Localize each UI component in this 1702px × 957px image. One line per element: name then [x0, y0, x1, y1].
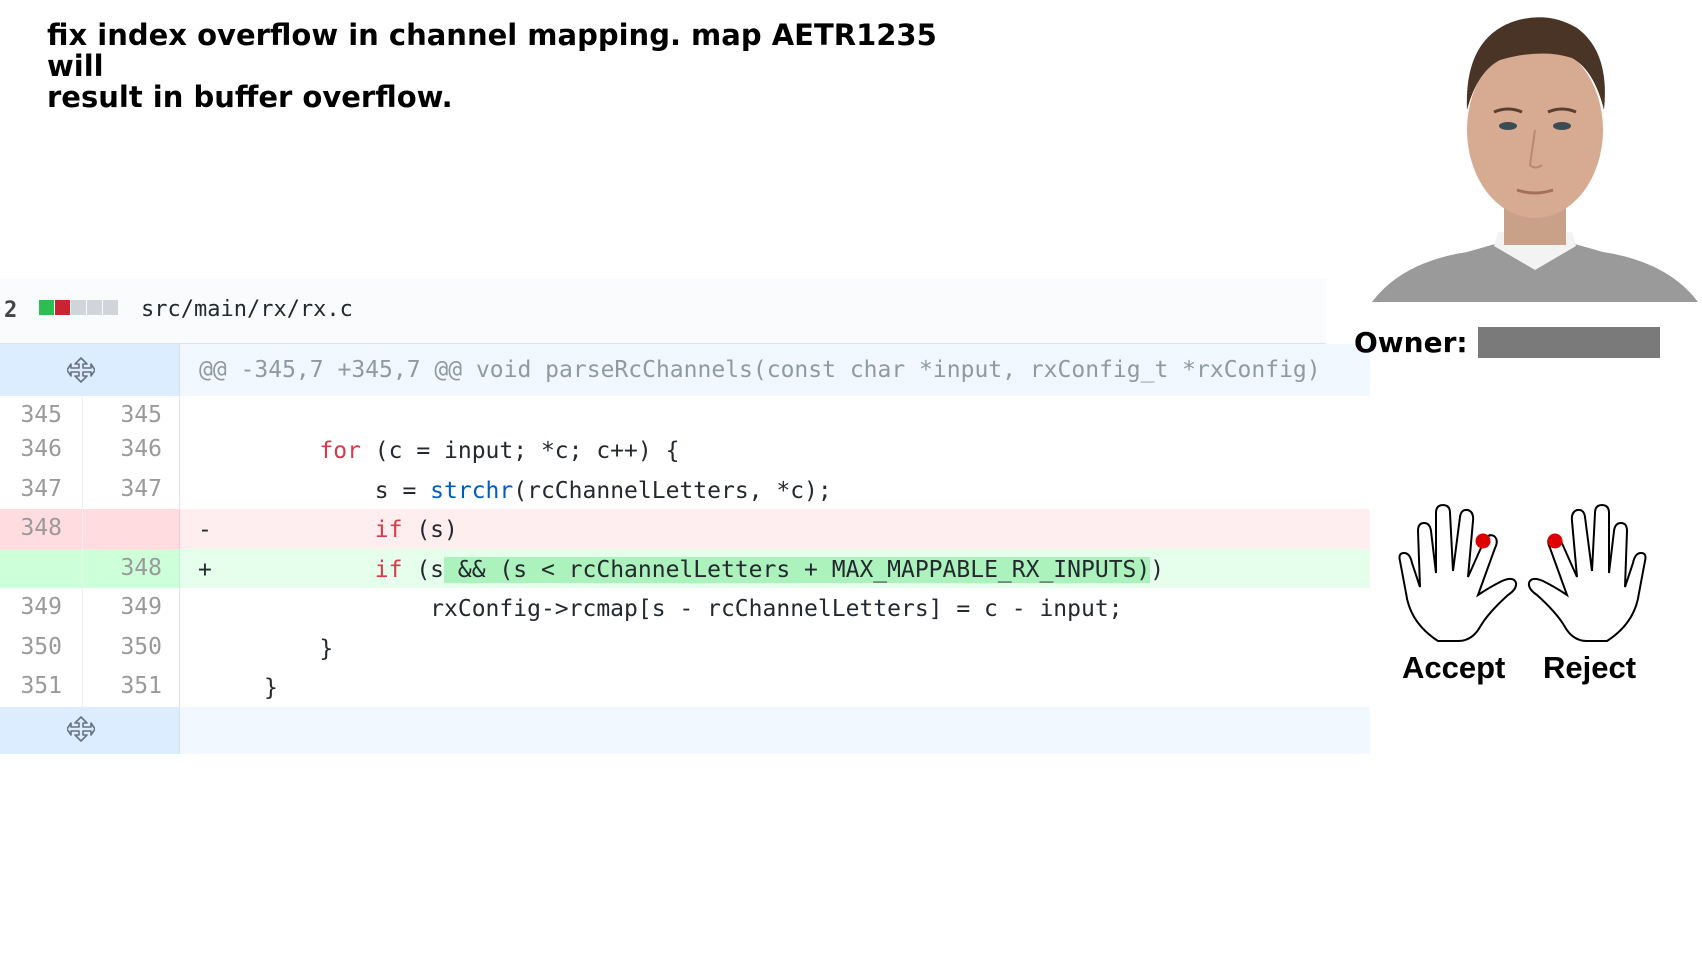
face-image [1372, 17, 1698, 302]
new-line-number[interactable]: 351 [82, 667, 162, 707]
hunk-header: @@ -345,7 +345,7 @@ void parseRcChannels… [199, 357, 1321, 383]
owner-name-redacted [1478, 327, 1660, 358]
old-line-number[interactable]: 347 [0, 470, 62, 510]
new-line-number[interactable] [82, 509, 162, 549]
code-line: if (s) [374, 517, 458, 543]
code-line: for (c = input; *c; c++) { [319, 438, 680, 464]
old-line-number[interactable]: 349 [0, 588, 62, 628]
new-line-number[interactable]: 350 [82, 627, 162, 667]
file-header: 2 src/main/rx/rx.c [0, 279, 1326, 344]
hunk-header-row: @@ -345,7 +345,7 @@ void parseRcChannels… [0, 344, 1370, 396]
new-line-number[interactable]: 349 [82, 588, 162, 628]
old-line-number[interactable]: 348 [0, 509, 62, 549]
diffstat-block [103, 300, 118, 315]
expand-icon[interactable] [67, 715, 95, 743]
reviewer-photo [1372, 0, 1698, 302]
code-line: } [264, 675, 278, 701]
commit-message-line-2: result in buffer overflow. [47, 80, 453, 114]
line-number-gutter: 350 350 [0, 627, 180, 668]
line-number-gutter: 347 347 [0, 469, 180, 510]
diffstat-block [87, 300, 102, 315]
code-line: } [264, 635, 334, 662]
accept-hand-icon[interactable] [1398, 503, 1518, 643]
file-path[interactable]: src/main/rx/rx.c [141, 297, 353, 322]
deleted-line: 348- if (s) [0, 509, 1370, 549]
old-line-number[interactable]: 350 [0, 628, 62, 668]
line-number-gutter: 345 345 [0, 396, 180, 430]
diffstat-block [39, 300, 54, 315]
context-line: 351 351} [0, 667, 1370, 707]
context-line: 350 350 } [0, 627, 1370, 668]
old-line-number[interactable] [0, 549, 62, 589]
diff-table: @@ -345,7 +345,7 @@ void parseRcChannels… [0, 344, 1370, 754]
file-change-count: 2 [4, 298, 18, 323]
context-line: 346 346 for (c = input; *c; c++) { [0, 430, 1370, 470]
code-line: s = strchr(rcChannelLetters, *c); [264, 477, 832, 504]
old-line-number[interactable]: 351 [0, 667, 62, 707]
expand-gutter[interactable] [0, 344, 180, 396]
hunk-footer-row [0, 706, 1370, 754]
diffstat-bar [39, 300, 118, 315]
commit-message: fix index overflow in channel mapping. m… [47, 20, 997, 113]
new-line-number[interactable]: 345 [82, 396, 162, 430]
reject-label[interactable]: Reject [1543, 650, 1636, 686]
code-line: rxConfig->rcmap[s - rcChannelLetters] = … [264, 596, 1123, 622]
context-line: 349 349 rxConfig->rcmap[s - rcChannelLett… [0, 588, 1370, 628]
new-line-number[interactable]: 348 [82, 548, 162, 588]
reject-hand-icon[interactable] [1527, 503, 1647, 643]
line-number-gutter: 349 349 [0, 588, 180, 628]
context-line: 347 347 s = strchr(rcChannelLetters, *c); [0, 469, 1370, 510]
owner-label: Owner: [1354, 326, 1468, 359]
old-line-number[interactable]: 346 [0, 430, 62, 470]
added-line: 348 + if (s && (s < rcChannelLetters + MA… [0, 548, 1370, 589]
commit-message-line-1: fix index overflow in channel mapping. m… [47, 18, 937, 83]
new-line-number[interactable]: 347 [82, 469, 162, 509]
line-number-gutter: 346 346 [0, 430, 180, 470]
old-line-number[interactable]: 345 [0, 396, 62, 430]
diffstat-block [55, 300, 70, 315]
new-line-number[interactable]: 346 [82, 430, 162, 470]
expand-gutter[interactable] [0, 706, 180, 754]
code-line: if (s && (s < rcChannelLetters + MAX_MAP… [374, 556, 1165, 583]
expand-icon[interactable] [67, 356, 95, 384]
diffstat-block [71, 300, 86, 315]
line-number-gutter: 351 351 [0, 667, 180, 707]
line-number-gutter: 348 [0, 509, 180, 549]
accept-label[interactable]: Accept [1402, 650, 1505, 686]
context-line: 345 345 [0, 396, 1370, 430]
line-number-gutter: 348 [0, 548, 180, 589]
